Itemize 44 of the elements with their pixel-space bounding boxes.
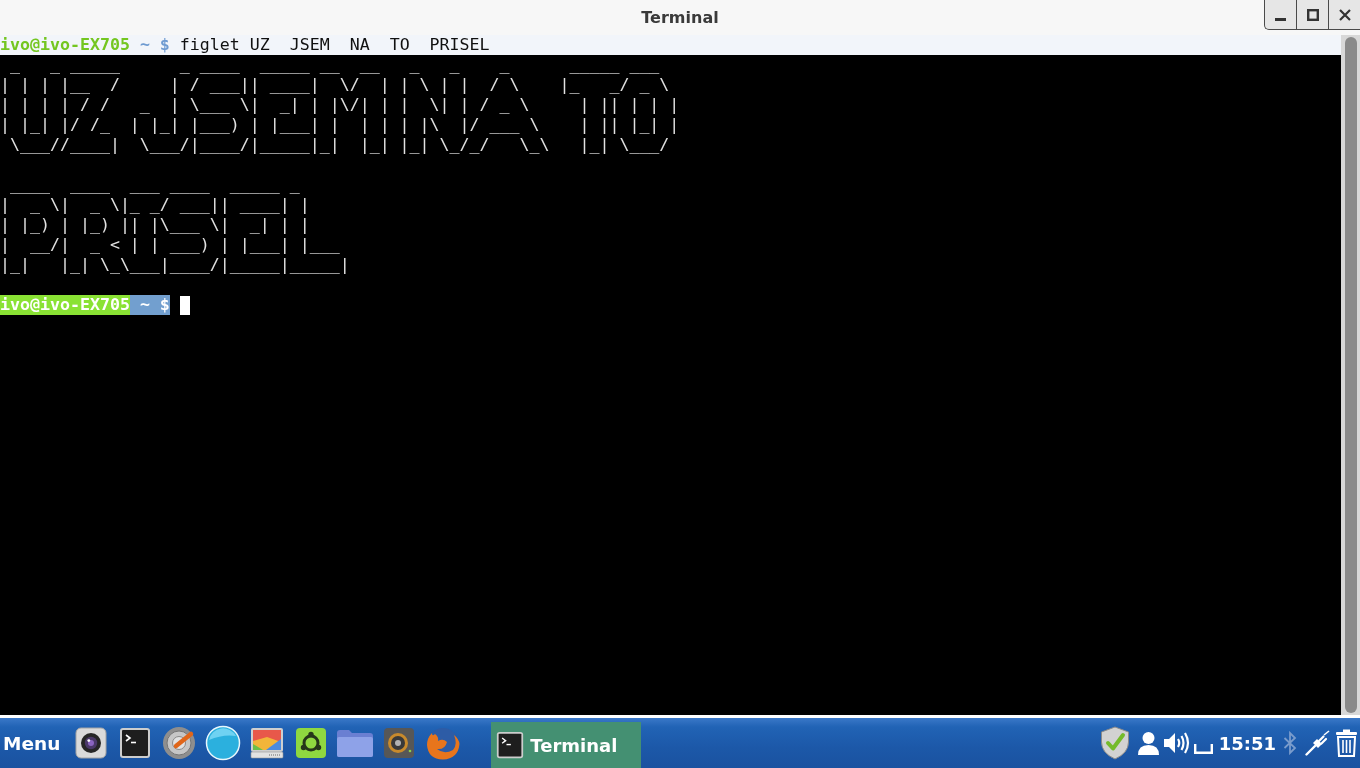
ascii-art-line: | |_) | |_) || |\___ \| _| | |	[0, 215, 310, 235]
terminal-icon	[496, 731, 525, 759]
ascii-art-line: | _ \| _ \|_ _/ ___|| ____| |	[0, 195, 310, 215]
ascii-art-line: \___//____| \___/|____/|_____|_| |_| |_| \_/_/ \_\ |_| \___/	[9, 135, 670, 155]
ascii-art-line: | __/| _ < | | ___) | |___| |___	[0, 235, 340, 255]
ring-tile-icon[interactable]	[295, 727, 328, 759]
ascii-art-line: | | | | / / _ | \___ \| _| | |\/| | | \| | / _ \ | || | | |	[0, 95, 680, 115]
clock[interactable]: 15:51	[1218, 732, 1276, 754]
plug-icon[interactable]	[1305, 730, 1331, 756]
space-symbol-icon[interactable]	[1193, 744, 1213, 754]
volume-icon[interactable]	[1162, 731, 1191, 755]
trash-icon[interactable]	[1335, 729, 1358, 757]
command-text: figlet UZ JSEM NA TO PRISEL	[179, 35, 490, 55]
maximize-icon	[1306, 8, 1319, 21]
ascii-art-line: | | | |__ / | / ___|| ____| \/ | | \ | | / \ |_ _/ _ \	[0, 75, 670, 95]
prompt-symbol: ~ $	[129, 295, 170, 315]
close-icon	[1338, 8, 1351, 21]
prompt-user-host: ivo@ivo-EX705	[0, 35, 130, 55]
monitor-icon[interactable]	[250, 727, 285, 759]
minimize-icon	[1275, 18, 1286, 21]
minimize-button[interactable]	[1264, 0, 1296, 30]
close-button[interactable]	[1328, 0, 1360, 30]
terminal-icon[interactable]	[119, 727, 152, 759]
ascii-art-line: ____ ____ ___ ____ _____ _	[9, 175, 300, 195]
menu-button[interactable]: Menu	[0, 718, 65, 768]
globe-icon[interactable]	[425, 725, 462, 761]
window-title: Terminal	[641, 8, 719, 27]
taskbar-task-button[interactable]: Terminal	[491, 722, 642, 768]
disc-icon[interactable]	[205, 725, 242, 761]
prompt-symbol: ~ $	[139, 35, 170, 55]
ascii-art-line: |_| |_| \_\___|____/|_____|_____|	[0, 255, 350, 275]
maximize-button[interactable]	[1296, 0, 1328, 30]
scrollbar-thumb[interactable]	[1345, 37, 1357, 713]
ascii-art-line: _ _ _____ _ ____ _____ __ __ _ _ _ _____ ___	[9, 55, 660, 75]
shield-check-icon[interactable]	[1099, 726, 1130, 760]
folder-icon[interactable]	[336, 728, 375, 758]
speaker-icon[interactable]	[383, 727, 416, 759]
bluetooth-icon[interactable]	[1283, 731, 1297, 755]
text-cursor	[179, 295, 190, 315]
ascii-art-line: | |_| |/ /_ | |_| |___) | |___| | | | | |\ |/ ___ \ | || |_| |	[0, 115, 680, 135]
prompt-user-host: ivo@ivo-EX705	[0, 295, 130, 315]
person-icon[interactable]	[1136, 731, 1160, 755]
camera-icon[interactable]	[75, 727, 108, 759]
dial-icon[interactable]	[162, 726, 197, 760]
